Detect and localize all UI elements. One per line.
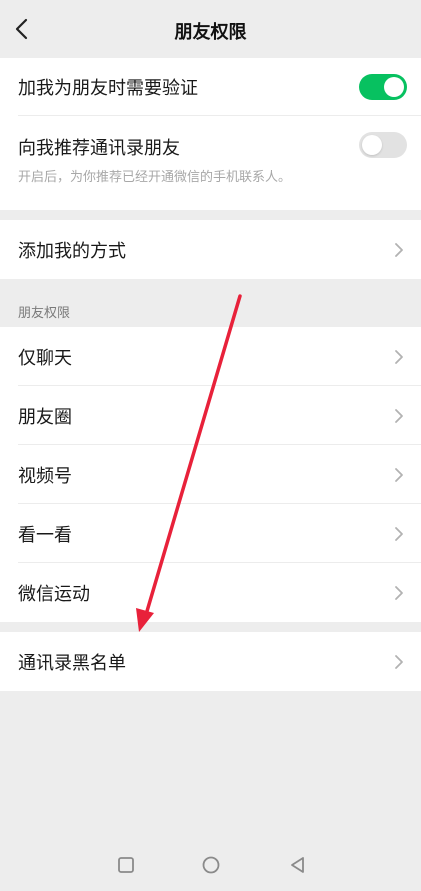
top-bar: 朋友权限 [0, 0, 421, 58]
chevron-right-icon [395, 408, 403, 423]
add-methods-row[interactable]: 添加我的方式 [0, 220, 421, 279]
permission-item-label: 仅聊天 [18, 347, 72, 369]
permission-item-moments[interactable]: 朋友圈 [0, 386, 421, 445]
chevron-right-icon [395, 467, 403, 482]
toggle-knob [384, 77, 404, 97]
verification-group: 加我为朋友时需要验证 向我推荐通讯录朋友 开启后，为你推荐已经开通微信的手机联系… [0, 58, 421, 210]
permission-item-label: 朋友圈 [18, 406, 72, 428]
chevron-right-icon [395, 654, 403, 669]
add-methods-label: 添加我的方式 [18, 240, 126, 262]
blacklist-label: 通讯录黑名单 [18, 652, 126, 674]
triangle-back-nav-icon[interactable] [286, 853, 310, 877]
friend-permissions-group: 仅聊天 朋友圈 视频号 看一看 微信运动 [0, 327, 421, 622]
permission-item-label: 微信运动 [18, 583, 90, 605]
verify-row: 加我为朋友时需要验证 [0, 58, 421, 116]
chevron-right-icon [395, 242, 403, 257]
permission-item-top-stories[interactable]: 看一看 [0, 504, 421, 563]
chevron-right-icon [395, 585, 403, 600]
permission-item-label: 视频号 [18, 465, 72, 487]
blacklist-row[interactable]: 通讯录黑名单 [0, 632, 421, 691]
toggle-knob [362, 135, 382, 155]
square-nav-icon[interactable] [114, 853, 138, 877]
page-title: 朋友权限 [174, 22, 247, 43]
recommend-row: 向我推荐通讯录朋友 开启后，为你推荐已经开通微信的手机联系人。 [0, 116, 421, 210]
verify-toggle[interactable] [359, 74, 407, 100]
permission-item-label: 看一看 [18, 524, 72, 546]
section-title-friend-permissions: 朋友权限 [18, 306, 71, 321]
permission-item-channels[interactable]: 视频号 [0, 445, 421, 504]
permission-item-chat-only[interactable]: 仅聊天 [0, 327, 421, 386]
circle-nav-icon[interactable] [199, 853, 223, 877]
system-nav-bar [0, 839, 421, 891]
chevron-right-icon [395, 349, 403, 364]
permission-item-werun[interactable]: 微信运动 [0, 563, 421, 622]
recommend-label: 向我推荐通讯录朋友 [18, 138, 180, 159]
add-methods-group: 添加我的方式 [0, 220, 421, 279]
recommend-hint: 开启后，为你推荐已经开通微信的手机联系人。 [18, 170, 292, 185]
blacklist-group: 通讯录黑名单 [0, 632, 421, 691]
chevron-right-icon [395, 526, 403, 541]
recommend-toggle[interactable] [359, 132, 407, 158]
